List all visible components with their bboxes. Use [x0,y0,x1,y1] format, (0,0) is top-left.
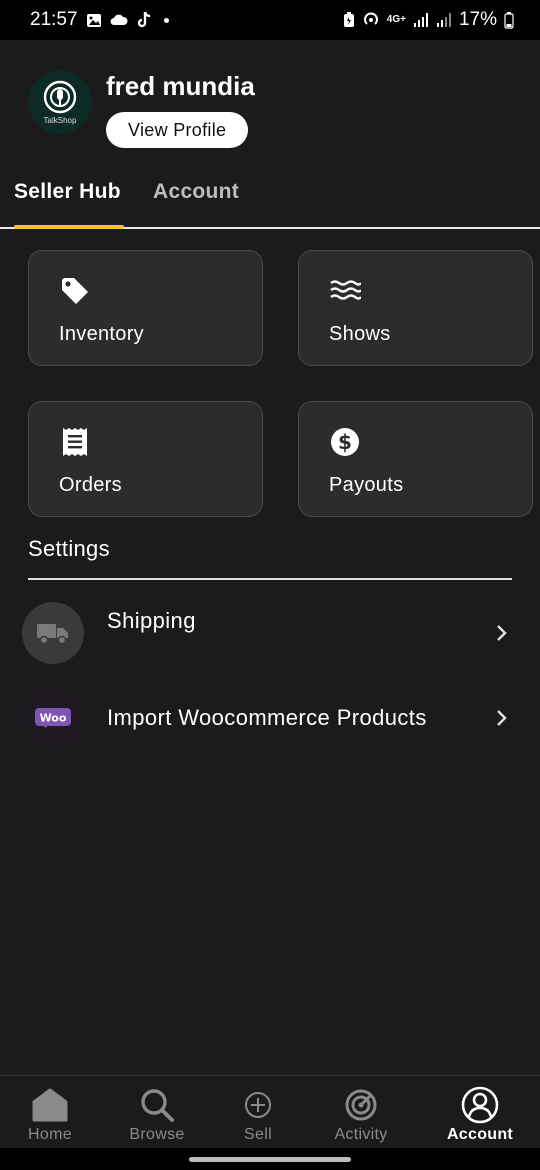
plus-circle-icon [245,1092,271,1118]
payouts-tile[interactable]: $ Payouts [298,401,533,517]
svg-text:$: $ [338,430,352,454]
settings-title: Settings [28,536,110,561]
orders-label: Orders [59,474,122,496]
nav-home-label: Home [28,1126,72,1143]
avatar[interactable]: TalkShop [28,70,92,134]
user-icon [461,1086,499,1124]
active-tab-indicator [14,225,124,229]
nav-sell[interactable]: Sell [208,1076,308,1149]
settings-divider [28,578,512,580]
hotspot-icon [363,12,378,25]
orders-tile[interactable]: Orders [28,401,263,517]
gallery-icon [86,13,101,27]
import-woocommerce-row[interactable]: Woo Import Woocommerce Products [22,686,522,750]
nav-account[interactable]: Account [430,1076,530,1149]
nav-home[interactable]: Home [0,1076,100,1149]
shows-label: Shows [329,323,391,345]
payouts-label: Payouts [329,474,404,496]
status-bar: 21:57 4G+ 17% [0,0,540,40]
nav-browse-label: Browse [129,1126,185,1143]
status-time: 21:57 [30,9,78,30]
nav-sell-label: Sell [244,1126,272,1143]
battery-percent: 17% [458,9,497,30]
tab-account[interactable]: Account [153,180,239,204]
home-gesture-bar[interactable] [189,1157,351,1162]
waves-icon [330,280,361,300]
import-woocommerce-label: Import Woocommerce Products [107,705,427,730]
inventory-label: Inventory [59,323,144,345]
cloud-icon [110,14,128,25]
avatar-brand-text: TalkShop [43,115,77,125]
inventory-tile[interactable]: Inventory [28,250,263,366]
tiktok-icon [137,11,150,28]
bottom-navigation: Home Browse Sell Activity Account [0,1075,540,1148]
view-profile-button[interactable]: View Profile [106,112,249,148]
dollar-icon: $ [331,428,359,456]
chevron-right-icon [497,710,507,726]
home-icon [32,1088,68,1122]
shipping-row[interactable]: Shipping [22,601,522,665]
notification-dot [163,17,169,23]
battery-icon [504,11,514,29]
chevron-right-icon [497,625,507,641]
shipping-label: Shipping [107,608,196,633]
tag-icon [62,278,88,304]
nav-activity[interactable]: Activity [311,1076,411,1149]
nav-browse[interactable]: Browse [107,1076,207,1149]
woo-icon: Woo [22,687,84,749]
activity-icon [345,1089,377,1121]
nav-account-label: Account [446,1126,514,1143]
receipt-icon [63,428,87,456]
profile-name: fred mundia [106,71,255,101]
woo-badge-text: Woo [40,712,67,725]
shows-tile[interactable]: Shows [298,250,533,366]
signal-icon-2 [436,13,451,27]
tab-bar: Seller Hub Account [0,176,540,229]
search-icon [141,1089,174,1122]
signal-icon [413,13,428,27]
system-gesture-area [0,1148,540,1170]
nav-activity-label: Activity [334,1126,388,1143]
tab-seller-hub[interactable]: Seller Hub [14,180,121,204]
truck-icon [22,602,84,664]
profile-header: TalkShop fred mundia View Profile [28,70,255,148]
podcast-mic-icon [43,80,77,113]
battery-saver-icon [343,12,354,27]
network-type: 4G+ [386,14,406,25]
